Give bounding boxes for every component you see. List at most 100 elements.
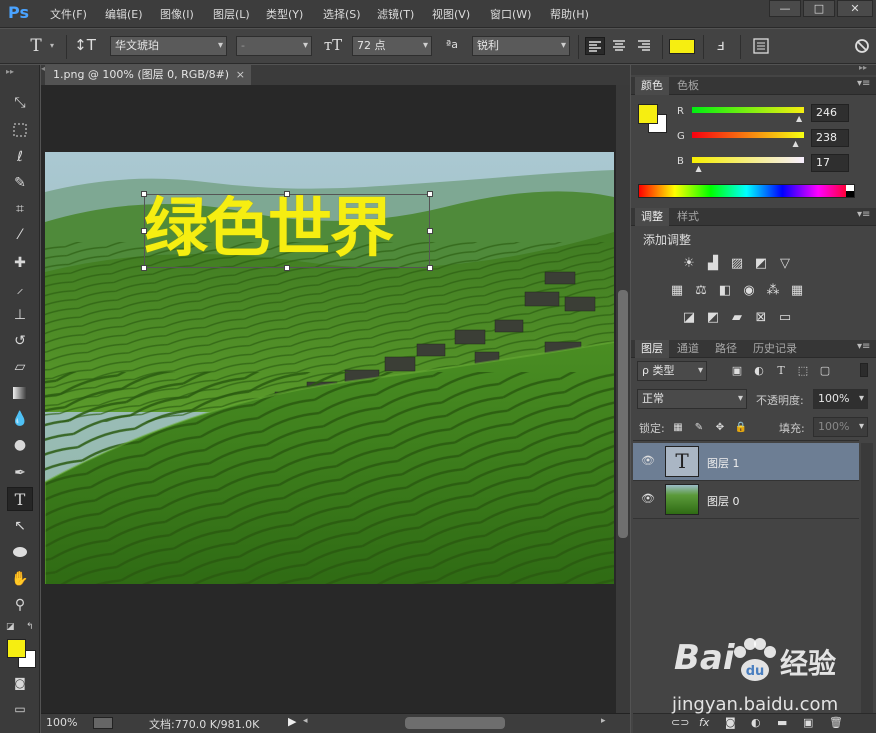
- bw-icon[interactable]: ◧: [717, 283, 733, 299]
- panel-menu-icon[interactable]: ▾≡: [857, 341, 870, 352]
- filter-toggle[interactable]: [860, 363, 868, 377]
- fx-icon[interactable]: fx: [699, 716, 709, 729]
- collapse-panels-icon[interactable]: ▸▸: [859, 63, 867, 72]
- menu-view[interactable]: 视图(V): [432, 6, 470, 22]
- minimize-button[interactable]: —: [769, 0, 801, 17]
- blur-tool-icon[interactable]: 💧: [7, 407, 33, 431]
- transform-handle[interactable]: [427, 228, 433, 234]
- marquee-tool-icon[interactable]: [7, 118, 33, 142]
- photo-filter-icon[interactable]: ◉: [741, 283, 757, 299]
- filter-adjustment-icon[interactable]: ◐: [751, 363, 767, 379]
- type-tool-icon[interactable]: T: [7, 487, 33, 511]
- channel-mixer-icon[interactable]: ⁂: [765, 283, 781, 299]
- lock-all-icon[interactable]: 🔒: [733, 420, 749, 436]
- lasso-tool-icon[interactable]: ℓ: [7, 145, 33, 169]
- crop-tool-icon[interactable]: ⌗: [7, 197, 33, 221]
- align-right-button[interactable]: [635, 37, 655, 55]
- align-center-button[interactable]: [610, 37, 630, 55]
- layers-scrollbar[interactable]: [861, 443, 873, 715]
- healing-brush-tool-icon[interactable]: ✚: [7, 251, 33, 275]
- text-color-swatch[interactable]: [669, 39, 695, 54]
- move-tool-icon[interactable]: ⤡: [7, 91, 33, 115]
- r-slider-thumb[interactable]: ▲: [796, 114, 802, 123]
- new-layer-icon[interactable]: ▣: [803, 716, 813, 729]
- brightness-icon[interactable]: ☀: [681, 256, 697, 272]
- selective-color-icon[interactable]: ⊠: [753, 310, 769, 326]
- fill-input[interactable]: 100%: [813, 417, 868, 437]
- cancel-edit-button[interactable]: [854, 38, 870, 54]
- vertical-scroll-thumb[interactable]: [618, 290, 628, 538]
- panel-menu-icon[interactable]: ▾≡: [857, 209, 870, 220]
- status-preview-icon[interactable]: [93, 717, 113, 729]
- color-spectrum-bar[interactable]: [638, 184, 855, 198]
- posterize-icon[interactable]: ◩: [705, 310, 721, 326]
- menu-edit[interactable]: 编辑(E): [105, 6, 143, 22]
- scroll-right-icon[interactable]: ▸: [601, 716, 606, 726]
- new-adjustment-icon[interactable]: ◐: [751, 716, 761, 729]
- swap-colors-icon[interactable]: ↰: [26, 622, 34, 632]
- ellipse-tool-icon[interactable]: [7, 540, 33, 564]
- status-menu-arrow-icon[interactable]: ▶: [288, 715, 296, 728]
- color-panel-fg-swatch[interactable]: [638, 104, 658, 124]
- collapse-toolbar-icon[interactable]: ▸▸: [6, 67, 14, 76]
- clone-stamp-tool-icon[interactable]: ⊥: [7, 303, 33, 327]
- font-size-select[interactable]: 72 点: [352, 36, 432, 56]
- new-group-icon[interactable]: ▬: [777, 716, 787, 729]
- layer-row-image[interactable]: 👁 图层 0: [633, 481, 859, 519]
- layer-row-text[interactable]: 👁 T 图层 1: [633, 443, 859, 481]
- r-value-input[interactable]: 246: [811, 104, 849, 122]
- add-mask-icon[interactable]: ◙: [725, 716, 736, 729]
- tab-color[interactable]: 颜色: [635, 77, 669, 95]
- default-colors-icon[interactable]: ◪: [6, 622, 15, 632]
- menu-file[interactable]: 文件(F): [50, 6, 87, 22]
- history-brush-tool-icon[interactable]: ↺: [7, 329, 33, 353]
- brush-tool-icon[interactable]: ⸝: [7, 277, 33, 301]
- dodge-tool-icon[interactable]: ●: [7, 433, 33, 457]
- transform-bounding-box[interactable]: [144, 194, 430, 268]
- color-lookup-icon[interactable]: ▦: [789, 283, 805, 299]
- path-selection-tool-icon[interactable]: ↖: [7, 514, 33, 538]
- layer-filter-select[interactable]: ρ 类型: [637, 361, 707, 381]
- transform-handle[interactable]: [427, 191, 433, 197]
- eyedropper-tool-icon[interactable]: ⁄: [7, 223, 33, 247]
- menu-help[interactable]: 帮助(H): [550, 6, 589, 22]
- font-style-select[interactable]: -: [236, 36, 312, 56]
- chevron-down-icon[interactable]: ▾: [50, 41, 54, 50]
- transform-handle[interactable]: [141, 265, 147, 271]
- color-balance-icon[interactable]: ⚖: [693, 283, 709, 299]
- quick-selection-tool-icon[interactable]: ✎: [7, 171, 33, 195]
- curves-icon[interactable]: ▨: [729, 256, 745, 272]
- layer-name[interactable]: 图层 0: [707, 493, 740, 509]
- transform-handle[interactable]: [284, 191, 290, 197]
- transform-handle[interactable]: [427, 265, 433, 271]
- menu-filter[interactable]: 滤镜(T): [377, 6, 414, 22]
- document-image[interactable]: 绿色世界: [45, 152, 614, 584]
- transform-handle[interactable]: [141, 191, 147, 197]
- lock-position-icon[interactable]: ✥: [712, 420, 728, 436]
- tab-swatches[interactable]: 色板: [671, 77, 705, 95]
- panel-menu-icon[interactable]: ▾≡: [857, 78, 870, 89]
- horizontal-scroll-thumb[interactable]: [405, 717, 505, 729]
- transform-handle[interactable]: [284, 265, 290, 271]
- document-tab[interactable]: 1.png @ 100% (图层 0, RGB/8#) ×: [45, 65, 251, 85]
- opacity-input[interactable]: 100%: [813, 389, 868, 409]
- hue-sat-icon[interactable]: ▦: [669, 283, 685, 299]
- toggle-orientation-icon[interactable]: ↕T: [74, 36, 96, 54]
- tab-adjustments[interactable]: 调整: [635, 208, 669, 226]
- close-tab-icon[interactable]: ×: [236, 65, 245, 85]
- foreground-color-swatch[interactable]: [7, 639, 26, 658]
- quick-mask-icon[interactable]: ◙: [7, 671, 33, 695]
- b-slider[interactable]: [692, 157, 804, 163]
- zoom-level[interactable]: 100%: [46, 716, 77, 729]
- filter-type-icon[interactable]: T: [773, 363, 789, 379]
- character-panel-button[interactable]: [751, 37, 771, 55]
- filter-pixel-icon[interactable]: ▣: [729, 363, 745, 379]
- eraser-tool-icon[interactable]: ▱: [7, 355, 33, 379]
- tab-layers[interactable]: 图层: [635, 340, 669, 358]
- menu-layer[interactable]: 图层(L): [213, 6, 250, 22]
- tab-channels[interactable]: 通道: [671, 340, 705, 358]
- blend-mode-select[interactable]: 正常: [637, 389, 747, 409]
- scroll-left-icon[interactable]: ◂: [303, 716, 308, 726]
- close-window-button[interactable]: ✕: [837, 0, 873, 17]
- transform-handle[interactable]: [141, 228, 147, 234]
